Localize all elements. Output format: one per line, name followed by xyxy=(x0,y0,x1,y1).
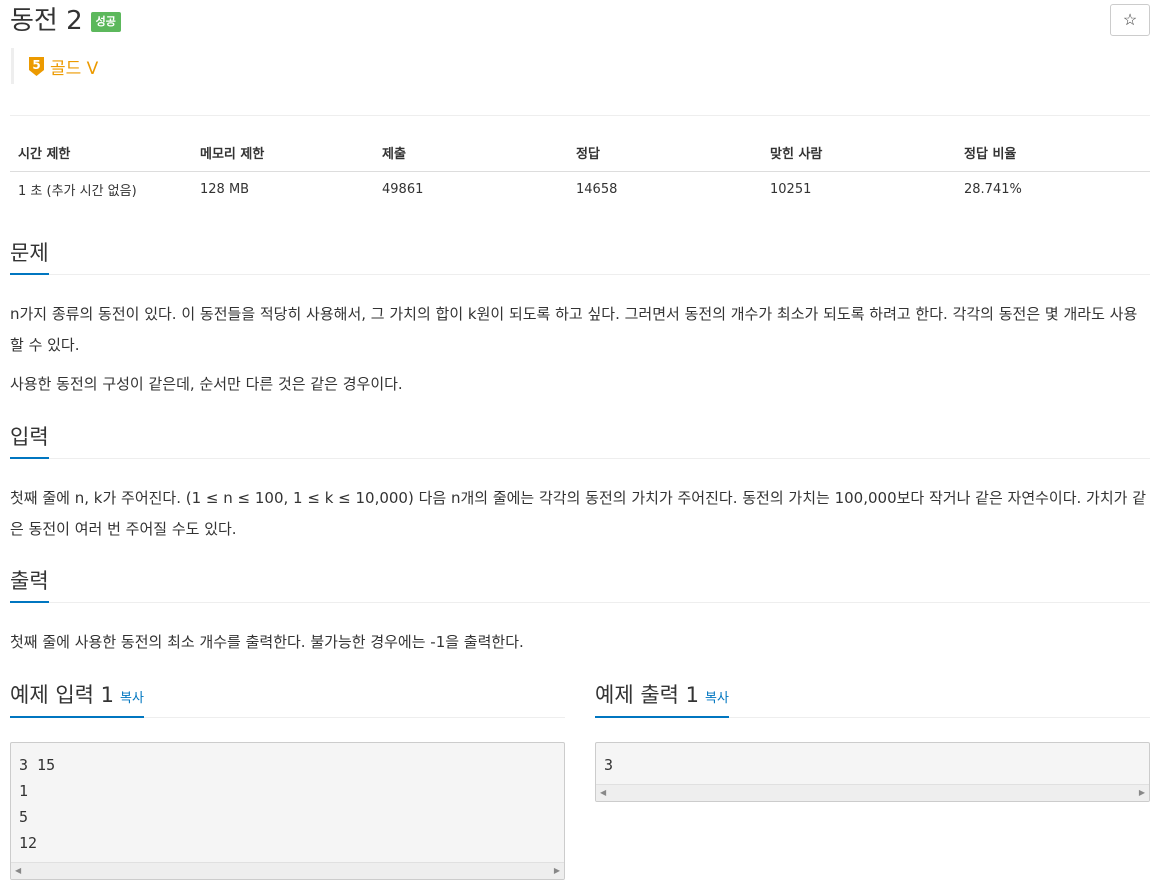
stats-value-row: 1 초 (추가 시간 없음) 128 MB 49861 14658 10251 … xyxy=(10,171,1150,207)
tier-number: 5 xyxy=(32,58,40,72)
sample-output-box[interactable]: 3 ◀ ▶ xyxy=(595,742,1150,802)
stats-header: 메모리 제한 xyxy=(192,135,374,172)
sample-header: 예제 출력 1 복사 xyxy=(595,676,1150,718)
section-title: 문제 xyxy=(10,235,49,275)
section-title: 입력 xyxy=(10,419,49,459)
accept-ratio-value: 28.741% xyxy=(964,181,1022,197)
sample-title: 예제 출력 1 복사 xyxy=(595,676,729,718)
favorite-button[interactable]: ☆ xyxy=(1110,4,1150,36)
sample-input-section: 예제 입력 1 복사 3 15 1 5 12 ◀ ▶ xyxy=(10,676,565,880)
sample-title: 예제 입력 1 복사 xyxy=(10,676,144,718)
time-limit-value: 1 초 (추가 시간 없음) xyxy=(18,183,137,199)
input-text: 첫째 줄에 n, k가 주어진다. (1 ≤ n ≤ 100, 1 ≤ k ≤ … xyxy=(10,489,1147,538)
section-header: 출력 xyxy=(10,563,1150,603)
problem-stats-table: 시간 제한 메모리 제한 제출 정답 맞힌 사람 정답 비율 1 초 (추가 시… xyxy=(10,135,1150,207)
scroll-left-icon[interactable]: ◀ xyxy=(15,866,21,875)
sample-output-title: 예제 출력 1 xyxy=(595,683,699,707)
stats-header: 제출 xyxy=(374,135,568,172)
divider xyxy=(10,115,1150,116)
output-section: 출력 첫째 줄에 사용한 동전의 최소 개수를 출력한다. 불가능한 경우에는 … xyxy=(10,563,1150,658)
input-section: 입력 첫째 줄에 n, k가 주어진다. (1 ≤ n ≤ 100, 1 ≤ k… xyxy=(10,419,1150,545)
stats-header: 정답 비율 xyxy=(956,135,1150,172)
submissions-value[interactable]: 49861 xyxy=(374,171,568,207)
section-title: 출력 xyxy=(10,563,49,603)
scroll-right-icon[interactable]: ▶ xyxy=(554,866,560,875)
sample-input-text[interactable]: 3 15 1 5 12 xyxy=(11,743,564,862)
scroll-left-icon[interactable]: ◀ xyxy=(600,788,606,797)
tier-label[interactable]: 골드 V xyxy=(50,54,98,79)
sample-input-box[interactable]: 3 15 1 5 12 ◀ ▶ xyxy=(10,742,565,880)
solved-users-value[interactable]: 10251 xyxy=(762,171,956,207)
stats-header: 시간 제한 xyxy=(10,135,192,172)
accepted-value: 14658 xyxy=(576,181,618,197)
sample-output-section: 예제 출력 1 복사 3 ◀ ▶ xyxy=(595,676,1150,802)
page-title: 동전 2 xyxy=(10,6,83,36)
sample-output-text[interactable]: 3 xyxy=(596,743,1149,784)
stats-header: 맞힌 사람 xyxy=(762,135,956,172)
output-text: 첫째 줄에 사용한 동전의 최소 개수를 출력한다. 불가능한 경우에는 -1을… xyxy=(10,633,524,651)
gold-tier-icon: 5 xyxy=(29,56,44,76)
problem-text: 사용한 동전의 구성이 같은데, 순서만 다른 것은 같은 경우이다. xyxy=(10,375,403,393)
section-header: 문제 xyxy=(10,235,1150,275)
section-header: 입력 xyxy=(10,419,1150,459)
sample-input-title: 예제 입력 1 xyxy=(10,683,114,707)
copy-input-button[interactable]: 복사 xyxy=(120,691,144,706)
scroll-right-icon[interactable]: ▶ xyxy=(1139,788,1145,797)
problem-text: n가지 종류의 동전이 있다. 이 동전들을 적당히 사용해서, 그 가치의 합… xyxy=(10,305,1138,354)
copy-output-button[interactable]: 복사 xyxy=(705,691,729,706)
horizontal-scrollbar[interactable]: ◀ ▶ xyxy=(11,862,564,879)
stats-header: 정답 xyxy=(568,135,762,172)
problem-description-section: 문제 n가지 종류의 동전이 있다. 이 동전들을 적당히 사용해서, 그 가치… xyxy=(10,235,1150,400)
tier-info: 5 골드 V xyxy=(11,48,98,84)
memory-limit-value: 128 MB xyxy=(200,181,250,197)
sample-header: 예제 입력 1 복사 xyxy=(10,676,565,718)
problem-header: 동전 2 성공 xyxy=(10,4,121,38)
horizontal-scrollbar[interactable]: ◀ ▶ xyxy=(596,784,1149,801)
status-badge: 성공 xyxy=(90,12,121,32)
star-icon: ☆ xyxy=(1122,12,1138,29)
stats-header-row: 시간 제한 메모리 제한 제출 정답 맞힌 사람 정답 비율 xyxy=(10,135,1150,172)
